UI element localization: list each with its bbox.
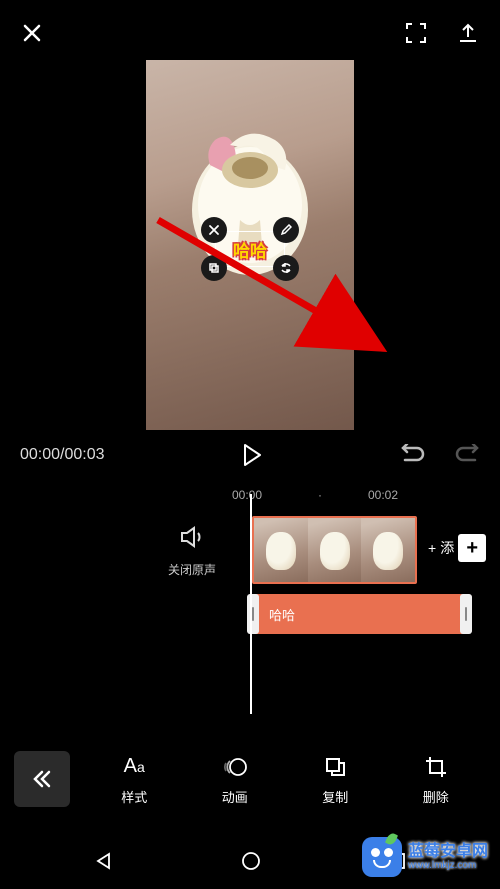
undo-button[interactable] <box>400 444 426 466</box>
redo-button[interactable] <box>454 444 480 466</box>
mute-original-audio-button[interactable]: 关闭原声 <box>168 524 216 578</box>
undo-icon <box>400 444 426 466</box>
add-clip-button[interactable]: + 添 + <box>428 534 486 562</box>
toolbar-style-button[interactable]: Aa 样式 <box>121 753 147 806</box>
clip-left-handle[interactable] <box>247 594 259 634</box>
toolbar-delete-button[interactable]: 删除 <box>423 753 449 806</box>
toolbar-item-label: 复制 <box>322 787 348 806</box>
fullscreen-button[interactable] <box>404 21 428 45</box>
watermark-logo-icon <box>362 837 402 877</box>
text-overlay-container[interactable]: 哈哈 <box>201 215 299 283</box>
export-icon <box>456 21 480 45</box>
copy-icon <box>322 753 348 781</box>
chevrons-left-icon <box>30 767 54 791</box>
play-icon <box>241 442 263 468</box>
redo-icon <box>454 444 480 466</box>
close-icon <box>20 21 44 45</box>
rotate-icon <box>280 262 292 274</box>
speaker-icon <box>179 524 205 550</box>
text-delete-handle[interactable] <box>201 217 227 243</box>
watermark-title: 蓝莓安卓网 <box>408 843 488 861</box>
export-button[interactable] <box>456 21 480 45</box>
play-button[interactable] <box>105 442 400 468</box>
pencil-icon <box>280 224 292 236</box>
playhead[interactable] <box>250 494 252 714</box>
mute-label: 关闭原声 <box>168 561 216 578</box>
animation-icon <box>222 753 248 781</box>
nav-home-button[interactable] <box>241 851 261 871</box>
playback-bar: 00:00/00:03 <box>0 430 500 480</box>
fullscreen-icon <box>404 21 428 45</box>
toolbar-items: Aa 样式 动画 复制 删除 <box>84 753 500 806</box>
text-copy-handle[interactable] <box>201 255 227 281</box>
circle-icon <box>241 851 261 871</box>
toolbar-copy-button[interactable]: 复制 <box>322 753 348 806</box>
watermark-url: www.lmkjz.com <box>408 860 488 871</box>
text-edit-handle[interactable] <box>273 217 299 243</box>
undo-redo-group <box>400 444 480 466</box>
video-preview[interactable]: 哈哈 A <box>146 60 354 430</box>
playback-time: 00:00/00:03 <box>20 446 105 464</box>
clip-thumbnail <box>308 518 362 582</box>
nav-back-button[interactable] <box>94 851 114 871</box>
text-overlay-label: 哈哈 <box>233 237 267 262</box>
top-bar <box>0 0 500 60</box>
text-clip-label: 哈哈 <box>259 605 460 624</box>
clip-thumbnail <box>361 518 415 582</box>
watermark-text-block: 蓝莓安卓网 www.lmkjz.com <box>408 843 488 872</box>
timeline-ruler[interactable]: 00:00 · 00:02 <box>0 480 500 494</box>
top-bar-right <box>404 21 480 45</box>
timeline[interactable]: 关闭原声 + 添 + 哈哈 <box>0 494 500 774</box>
collapse-toolbar-button[interactable] <box>14 751 70 807</box>
style-icon: Aa <box>121 753 147 781</box>
watermark: 蓝莓安卓网 www.lmkjz.com <box>362 837 488 877</box>
toolbar-animation-button[interactable]: 动画 <box>222 753 248 806</box>
clip-thumbnail <box>254 518 308 582</box>
edit-toolbar: Aa 样式 动画 复制 删除 <box>0 739 500 819</box>
copy-icon <box>208 262 220 274</box>
text-clip[interactable]: 哈哈 <box>247 594 472 634</box>
add-clip-plus: + <box>428 540 436 556</box>
top-bar-left <box>20 21 44 45</box>
clip-right-handle[interactable] <box>460 594 472 634</box>
crop-icon <box>423 753 449 781</box>
text-rotate-handle[interactable] <box>273 255 299 281</box>
toolbar-item-label: 样式 <box>121 787 147 806</box>
toolbar-item-label: 动画 <box>222 787 248 806</box>
add-clip-text: 添 <box>440 538 454 558</box>
close-button[interactable] <box>20 21 44 45</box>
triangle-left-icon <box>94 851 114 871</box>
video-clip[interactable] <box>252 516 417 584</box>
total-time: 00:03 <box>65 446 105 463</box>
current-time: 00:00 <box>20 446 60 463</box>
toolbar-item-label: 删除 <box>423 787 449 806</box>
close-icon <box>208 224 220 236</box>
plus-icon: + <box>458 534 486 562</box>
